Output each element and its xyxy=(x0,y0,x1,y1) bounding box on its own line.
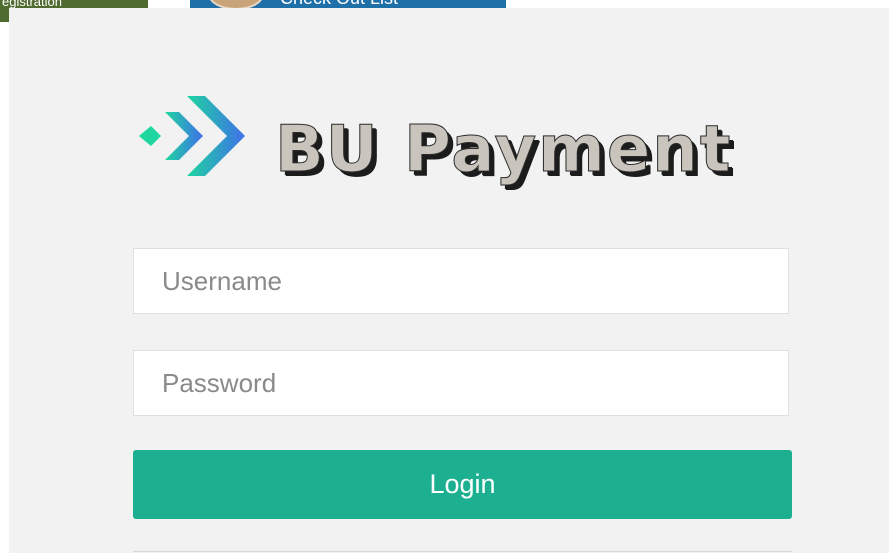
username-input[interactable] xyxy=(133,248,789,314)
divider xyxy=(133,551,792,552)
password-input[interactable] xyxy=(133,350,789,416)
background-avatar xyxy=(208,0,264,8)
logo: BU Payment xyxy=(137,90,797,220)
login-modal: BU Payment Login xyxy=(9,8,889,553)
logo-text: BU Payment xyxy=(274,113,733,187)
chevron-arrows-icon xyxy=(139,96,245,176)
background-edge xyxy=(0,22,9,553)
login-button[interactable]: Login xyxy=(133,450,792,519)
background-banner-checkout: Check Out List xyxy=(190,0,506,8)
background-banner-text: Check Out List xyxy=(280,0,398,8)
